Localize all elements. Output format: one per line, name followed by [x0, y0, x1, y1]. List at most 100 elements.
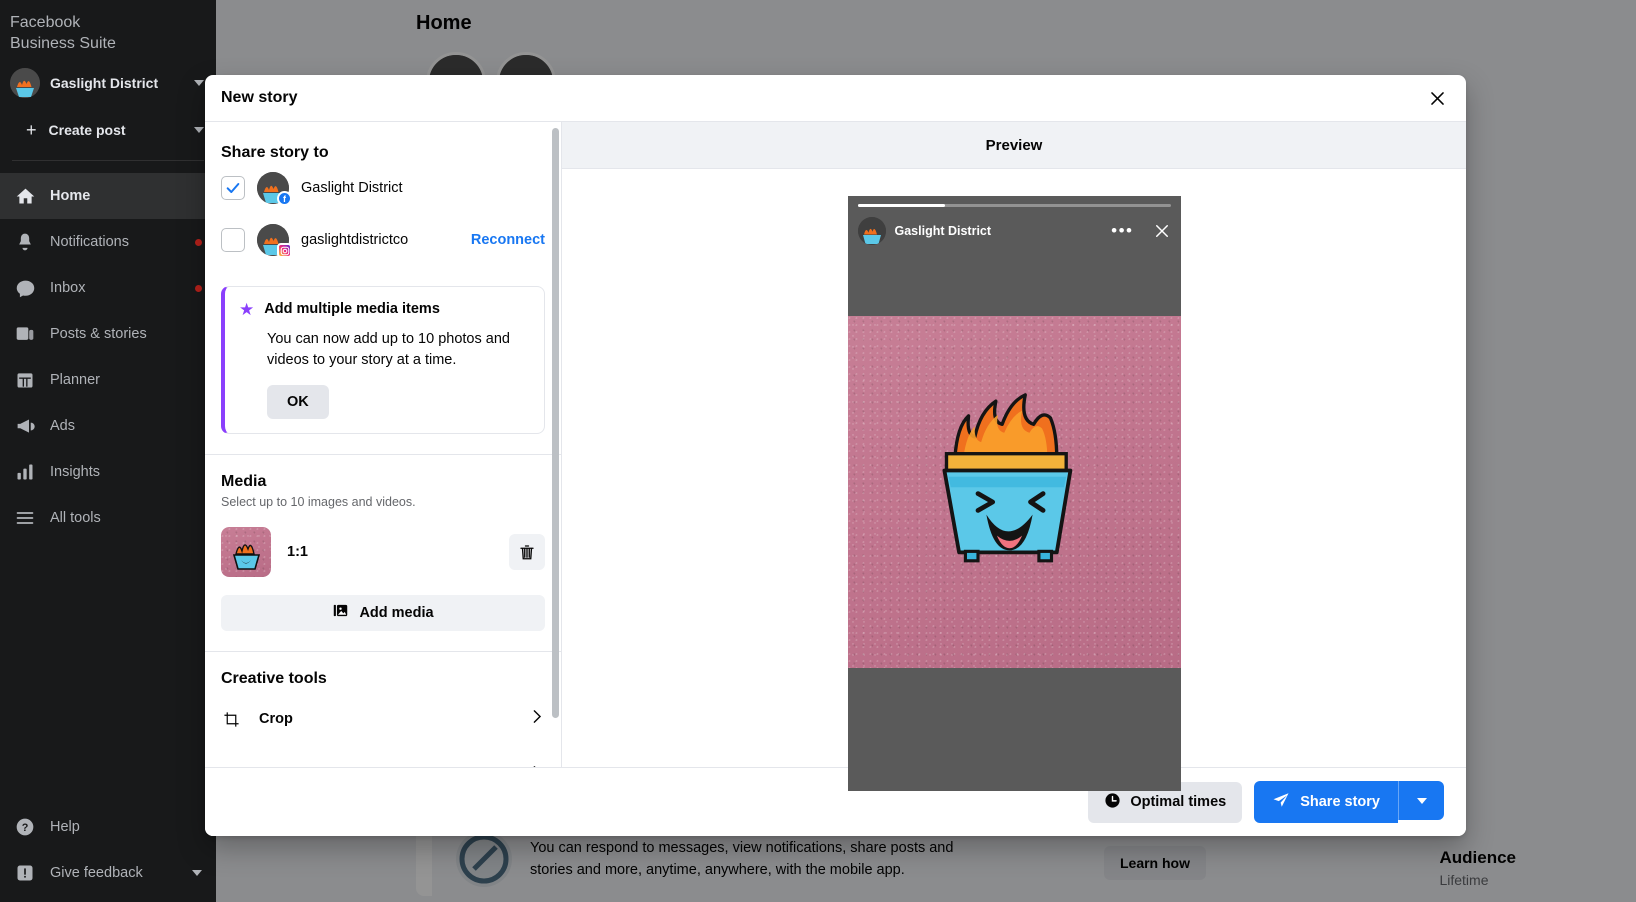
trash-icon[interactable]: [509, 534, 545, 570]
dialog-footer: Optimal times Share story: [205, 767, 1466, 836]
composer-panel: Share story to f Gaslight: [205, 122, 562, 767]
calendar-icon: [14, 369, 36, 391]
account-name: gaslightdistrictco: [301, 232, 459, 248]
tip-ok-button[interactable]: OK: [267, 385, 329, 419]
creative-tool-crop[interactable]: Crop: [221, 694, 545, 744]
share-story-dropdown-button[interactable]: [1398, 781, 1444, 820]
media-heading: Media: [221, 473, 545, 491]
clock-icon: [1104, 792, 1121, 813]
account-switcher[interactable]: Gaslight District: [0, 58, 216, 108]
notification-badge-dot: [195, 285, 202, 292]
chevron-down-icon: [194, 80, 204, 86]
home-icon: [14, 185, 36, 207]
bell-icon: [14, 231, 36, 253]
bar-chart-icon: [14, 461, 36, 483]
mobile-promo-text: You can respond to messages, view notifi…: [530, 837, 953, 881]
ellipsis-icon[interactable]: •••: [1111, 226, 1133, 236]
close-icon[interactable]: [1420, 81, 1454, 115]
audience-title: Audience: [1439, 848, 1516, 868]
sidebar-item-home[interactable]: Home: [0, 173, 216, 219]
creative-tool-label: Crop: [259, 711, 510, 727]
story-author-name: Gaslight District: [895, 224, 1103, 238]
create-post-label: Create post: [49, 122, 182, 138]
close-icon[interactable]: [1153, 222, 1171, 240]
share-story-button-group: Share story: [1254, 781, 1444, 823]
sidebar-item-notifications[interactable]: Notifications: [0, 219, 216, 265]
preview-heading: Preview: [986, 137, 1043, 154]
sidebar-divider: [12, 160, 204, 161]
sidebar-item-label: Inbox: [50, 280, 181, 296]
mobile-promo-line1: You can respond to messages, view notifi…: [530, 837, 953, 859]
story-progress-track: [858, 204, 1171, 207]
add-media-button[interactable]: Add media: [221, 595, 545, 631]
star-icon: ★: [239, 301, 254, 319]
media-thumbnail[interactable]: [221, 527, 271, 577]
notification-badge-dot: [195, 239, 202, 246]
sidebar-item-ads[interactable]: Ads: [0, 403, 216, 449]
facebook-badge-icon: f: [277, 191, 292, 206]
share-story-label: Share story: [1300, 794, 1380, 810]
sidebar-item-label: Posts & stories: [50, 326, 202, 342]
reconnect-link[interactable]: Reconnect: [471, 232, 545, 248]
menu-icon: [14, 507, 36, 529]
add-multiple-media-tip: ★ Add multiple media items You can now a…: [221, 286, 545, 434]
account-option-row[interactable]: f Gaslight District: [221, 162, 545, 214]
text-icon: Aa: [221, 767, 241, 768]
sidebar-item-posts-and-stories[interactable]: Posts & stories: [0, 311, 216, 357]
mobile-app-icon: [456, 831, 512, 887]
creative-tool-text[interactable]: Aa Text: [221, 750, 545, 767]
sidebar-item-label: Home: [50, 188, 202, 204]
sidebar-item-help[interactable]: ? Help: [0, 804, 216, 850]
account-name: Gaslight District: [50, 75, 184, 91]
question-circle-icon: ?: [14, 816, 36, 838]
learn-how-button[interactable]: Learn how: [1104, 846, 1206, 880]
sidebar-nav: Home Notifications Inbox: [0, 173, 216, 541]
chevron-right-icon: [528, 764, 545, 767]
creative-tools-heading: Creative tools: [221, 670, 545, 688]
megaphone-icon: [14, 415, 36, 437]
account-option-row[interactable]: gaslightdistrictco Reconnect: [221, 214, 545, 266]
brand-title: Facebook Business Suite: [0, 0, 216, 58]
sidebar-item-label: Notifications: [50, 234, 181, 250]
svg-text:?: ?: [22, 822, 29, 834]
story-header: Gaslight District •••: [848, 214, 1181, 248]
account-checkbox[interactable]: [221, 176, 245, 200]
plus-icon: +: [26, 123, 37, 137]
sidebar-item-label: Ads: [50, 418, 202, 434]
composer-scrollbar[interactable]: [552, 128, 559, 718]
send-icon: [1272, 791, 1290, 813]
composer-scroll-area[interactable]: Share story to f Gaslight: [205, 122, 561, 767]
sidebar-item-give-feedback[interactable]: Give feedback: [0, 850, 216, 896]
sidebar-item-label: Planner: [50, 372, 202, 388]
sidebar-item-insights[interactable]: Insights: [0, 449, 216, 495]
media-item-row: 1:1: [221, 527, 545, 577]
sidebar-item-label: All tools: [50, 510, 202, 526]
new-story-dialog: New story Share story to: [205, 75, 1466, 836]
preview-panel: Preview Gaslight District •••: [562, 122, 1466, 767]
sidebar-item-planner[interactable]: Planner: [0, 357, 216, 403]
image-icon: [332, 602, 349, 624]
brand-line-1: Facebook: [10, 12, 206, 33]
dialog-header: New story: [205, 75, 1466, 122]
avatar: [257, 224, 289, 256]
chevron-down-icon: [194, 127, 204, 133]
chevron-down-icon: [192, 870, 202, 876]
instagram-badge-icon: [277, 243, 292, 258]
sidebar-item-all-tools[interactable]: All tools: [0, 495, 216, 541]
brand-line-2: Business Suite: [10, 33, 206, 54]
tip-body: You can now add up to 10 photos and vide…: [267, 329, 528, 371]
create-post-button[interactable]: + Create post: [0, 108, 216, 152]
crop-icon: [221, 711, 241, 728]
share-story-to-section: Share story to f Gaslight: [205, 122, 561, 274]
feedback-icon: [14, 862, 36, 884]
story-media: [848, 316, 1181, 668]
account-checkbox[interactable]: [221, 228, 245, 252]
avatar: [858, 217, 886, 245]
share-story-button[interactable]: Share story: [1254, 781, 1398, 823]
tip-title: Add multiple media items: [264, 301, 440, 317]
page-title: Home: [416, 12, 472, 35]
avatar: [10, 68, 40, 98]
account-name: Gaslight District: [301, 180, 545, 196]
sidebar-item-inbox[interactable]: Inbox: [0, 265, 216, 311]
sidebar-item-label: Give feedback: [50, 865, 178, 881]
